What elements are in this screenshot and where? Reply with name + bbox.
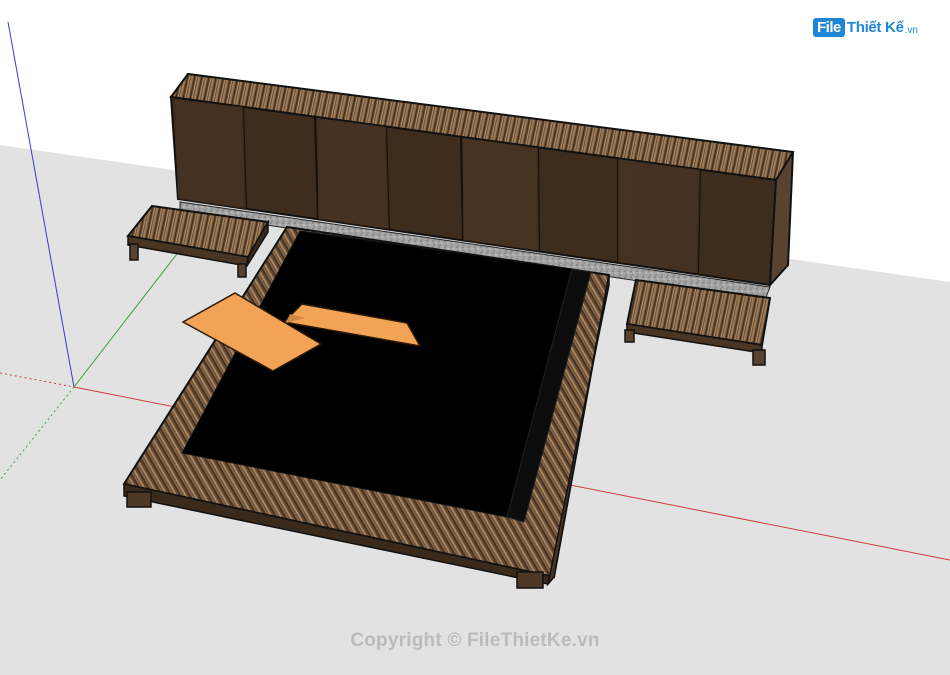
copyright-watermark: Copyright © FileThietKe.vn <box>350 630 600 651</box>
logo-file-label: File <box>813 17 845 37</box>
logo-tld-label: .vn <box>904 24 918 36</box>
site-logo: File Thiết Kế .vn <box>813 14 918 40</box>
logo-brand-label: Thiết Kế <box>846 18 904 36</box>
sketchup-viewport <box>0 21 950 675</box>
